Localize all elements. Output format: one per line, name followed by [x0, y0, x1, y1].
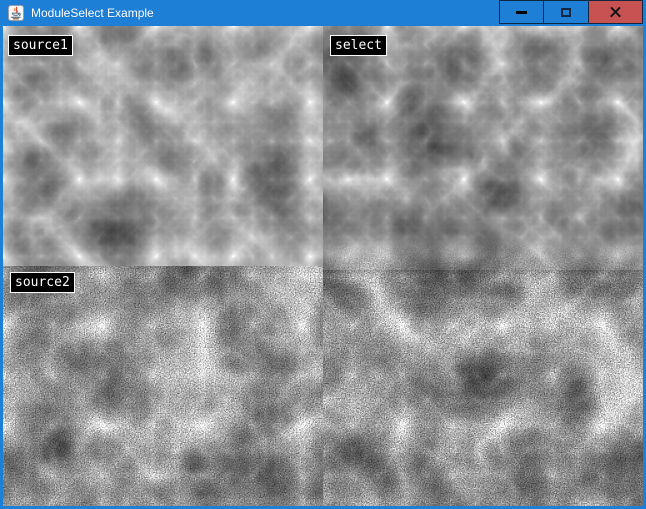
render-canvas: source1 select source2 — [3, 26, 643, 506]
label-select: select — [330, 35, 387, 56]
java-coffee-cup-icon — [8, 5, 24, 21]
window-title: ModuleSelect Example — [31, 6, 154, 20]
maximize-icon — [561, 8, 571, 17]
close-icon — [609, 6, 622, 19]
minimize-button[interactable] — [499, 0, 544, 24]
maximize-button[interactable] — [544, 0, 589, 24]
noise-render — [3, 26, 643, 506]
close-button[interactable] — [589, 0, 643, 24]
window-controls — [499, 0, 643, 24]
titlebar[interactable]: ModuleSelect Example — [0, 0, 646, 26]
minimize-icon — [516, 11, 527, 14]
label-source1: source1 — [8, 35, 73, 56]
label-source2: source2 — [10, 272, 75, 293]
app-window: ModuleSelect Example — [0, 0, 646, 509]
